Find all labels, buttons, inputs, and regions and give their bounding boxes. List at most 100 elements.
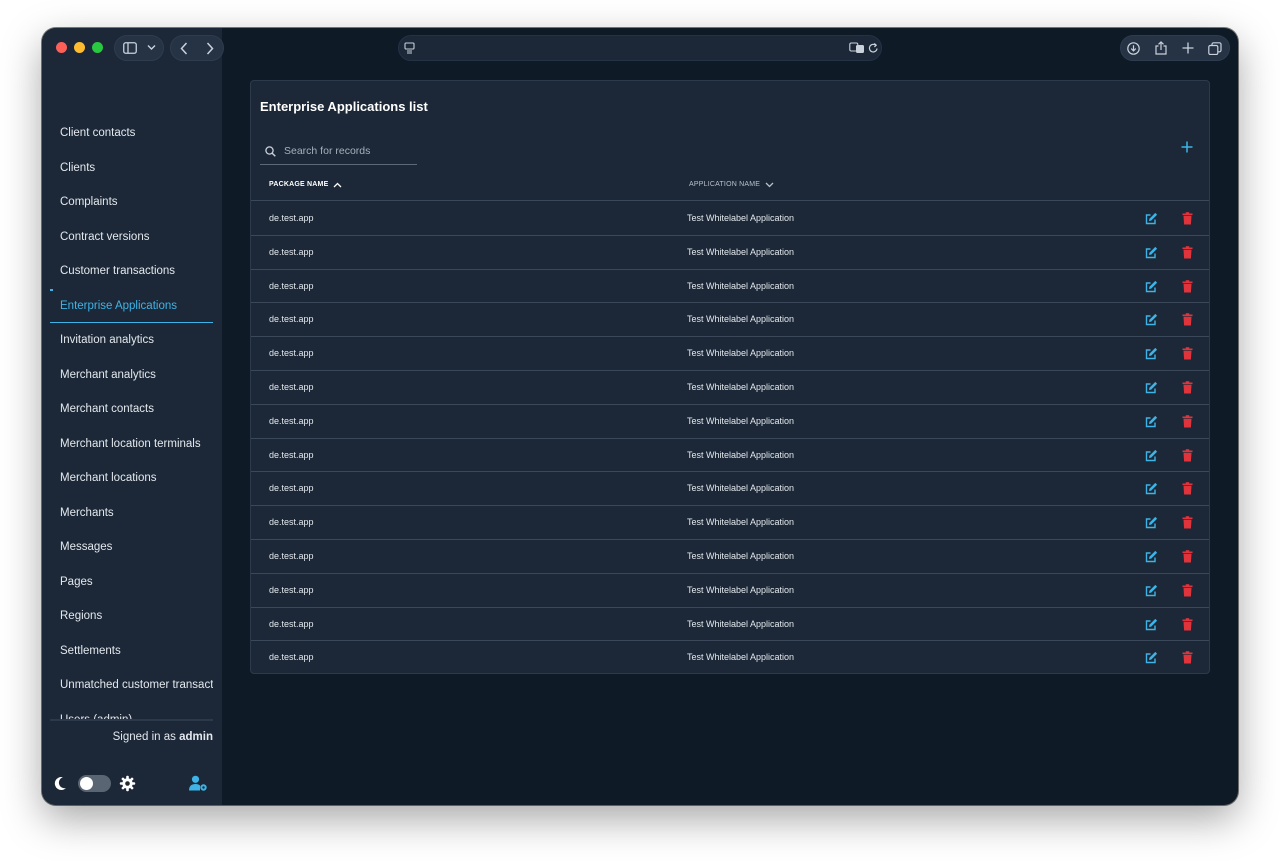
edit-icon[interactable]: [1145, 313, 1159, 327]
signed-in-user: admin: [179, 731, 213, 743]
sidebar-item-contract-versions[interactable]: Contract versions: [50, 220, 213, 255]
trash-icon[interactable]: [1182, 516, 1196, 530]
application-name-cell: Test Whitelabel Application: [687, 213, 795, 223]
tabs-overview-icon[interactable]: [1208, 42, 1222, 55]
package-name-cell: de.test.app: [269, 314, 314, 325]
sidebar-item-settlements[interactable]: Settlements: [50, 634, 213, 669]
application-name-cell: Test Whitelabel Application: [687, 314, 795, 325]
table-row: de.test.app Test Whitelabel Application: [251, 506, 1209, 540]
enterprise-applications-card: Enterprise Applications list PACKAGE NAM…: [250, 80, 1210, 674]
browser-toolbar: [42, 28, 1238, 68]
sidebar-item-enterprise-applications[interactable]: Enterprise Applications: [50, 288, 213, 323]
sidebar-item-merchant-locations[interactable]: Merchant locations: [50, 461, 213, 496]
edit-icon[interactable]: [1145, 449, 1159, 463]
user-settings-icon[interactable]: [189, 775, 208, 797]
edit-icon[interactable]: [1145, 246, 1159, 260]
sidebar-item-merchants[interactable]: Merchants: [50, 496, 213, 531]
table-row: de.test.app Test Whitelabel Application: [251, 202, 1209, 236]
sidebar-item-customer-transactions[interactable]: Customer transactions: [50, 254, 213, 289]
trash-icon[interactable]: [1182, 279, 1196, 294]
trash-icon[interactable]: [1182, 651, 1196, 665]
trash-icon[interactable]: [1182, 347, 1196, 361]
edit-icon[interactable]: [1145, 651, 1159, 665]
trash-icon[interactable]: [1182, 313, 1196, 327]
sidebar-item-regions[interactable]: Regions: [50, 599, 213, 634]
trash-icon[interactable]: [1182, 448, 1196, 463]
edit-icon[interactable]: [1145, 415, 1159, 429]
address-bar[interactable]: [398, 35, 882, 61]
share-icon[interactable]: [1155, 41, 1167, 55]
sidebar-divider: [50, 719, 213, 721]
add-record-button[interactable]: [1179, 139, 1195, 155]
trash-icon[interactable]: [1182, 212, 1196, 226]
theme-toggle-knob: [80, 777, 93, 790]
page-title: Enterprise Applications list: [260, 99, 428, 114]
edit-icon[interactable]: [1145, 550, 1159, 564]
edit-icon[interactable]: [1145, 584, 1159, 598]
sidebar-item-clients[interactable]: Clients: [50, 151, 213, 186]
sidebar-toggle-button[interactable]: [114, 35, 164, 61]
column-header-application-name[interactable]: APPLICATION NAME: [689, 181, 774, 188]
edit-icon[interactable]: [1145, 618, 1159, 632]
package-name-cell: de.test.app: [269, 618, 314, 629]
application-name-cell: Test Whitelabel Application: [687, 280, 795, 291]
column-header-package-name[interactable]: PACKAGE NAME: [269, 181, 342, 188]
sidebar-item-merchant-analytics[interactable]: Merchant analytics: [50, 358, 213, 393]
sidebar-item-merchant-location-terminals[interactable]: Merchant location terminals: [50, 427, 213, 462]
application-name-cell: Test Whitelabel Application: [687, 483, 795, 494]
package-name-cell: de.test.app: [269, 415, 314, 426]
column-header-label: PACKAGE NAME: [269, 181, 329, 188]
table-row: de.test.app Test Whitelabel Application: [251, 270, 1209, 304]
edit-icon[interactable]: [1145, 212, 1159, 226]
sidebar-item-users-admin[interactable]: Users (admin): [50, 703, 213, 721]
reload-icon[interactable]: [868, 42, 879, 54]
trash-icon[interactable]: [1182, 381, 1196, 395]
application-name-cell: Test Whitelabel Application: [687, 449, 795, 460]
sidebar-item-merchant-contacts[interactable]: Merchant contacts: [50, 392, 213, 427]
trash-icon[interactable]: [1182, 550, 1196, 564]
new-tab-icon[interactable]: [1182, 42, 1194, 54]
sidebar-item-messages[interactable]: Messages: [50, 530, 213, 565]
package-name-cell: de.test.app: [269, 483, 314, 494]
sidebar-item-pages[interactable]: Pages: [50, 565, 213, 600]
column-header-label: APPLICATION NAME: [689, 181, 761, 188]
table-row: de.test.app Test Whitelabel Application: [251, 303, 1209, 338]
back-icon[interactable]: [180, 42, 188, 55]
table-row: de.test.app Test Whitelabel Application: [251, 405, 1209, 439]
trash-icon[interactable]: [1182, 583, 1196, 598]
application-name-cell: Test Whitelabel Application: [687, 381, 795, 392]
sidebar-item-invitation-analytics[interactable]: Invitation analytics: [50, 323, 213, 358]
edit-icon[interactable]: [1145, 482, 1159, 496]
settings-icon[interactable]: [119, 775, 136, 797]
sidebar-icon: [123, 42, 137, 54]
package-name-cell: de.test.app: [269, 213, 314, 223]
download-icon[interactable]: [1127, 42, 1140, 55]
package-name-cell: de.test.app: [269, 348, 314, 359]
search-input[interactable]: [284, 142, 414, 160]
forward-icon[interactable]: [206, 42, 214, 55]
theme-toggle[interactable]: [78, 775, 111, 792]
chevron-down-icon: [147, 44, 156, 51]
sidebar-item-unmatched-customer-transacti[interactable]: Unmatched customer transacti: [50, 668, 213, 703]
close-window-button[interactable]: [56, 42, 67, 53]
application-name-cell: Test Whitelabel Application: [687, 517, 795, 528]
edit-icon[interactable]: [1145, 347, 1159, 361]
sidebar-item-client-contacts[interactable]: Client contacts: [50, 116, 213, 151]
page-icon: [404, 42, 415, 54]
package-name-cell: de.test.app: [269, 550, 314, 561]
trash-icon[interactable]: [1182, 617, 1196, 632]
translate-icon[interactable]: [849, 42, 865, 54]
zoom-window-button[interactable]: [92, 42, 103, 53]
edit-icon[interactable]: [1145, 381, 1159, 395]
trash-icon[interactable]: [1182, 482, 1196, 496]
trash-icon[interactable]: [1182, 414, 1196, 429]
edit-icon[interactable]: [1145, 280, 1159, 294]
trash-icon[interactable]: [1182, 245, 1196, 260]
search-icon: [265, 144, 276, 162]
edit-icon[interactable]: [1145, 516, 1159, 530]
sidebar-nav: Client contacts Clients Complaints Contract…: [50, 116, 213, 720]
sidebar-item-complaints[interactable]: Complaints: [50, 185, 213, 220]
minimize-window-button[interactable]: [74, 42, 85, 53]
application-name-cell: Test Whitelabel Application: [687, 415, 795, 426]
table-row: de.test.app Test Whitelabel Application: [251, 574, 1209, 608]
